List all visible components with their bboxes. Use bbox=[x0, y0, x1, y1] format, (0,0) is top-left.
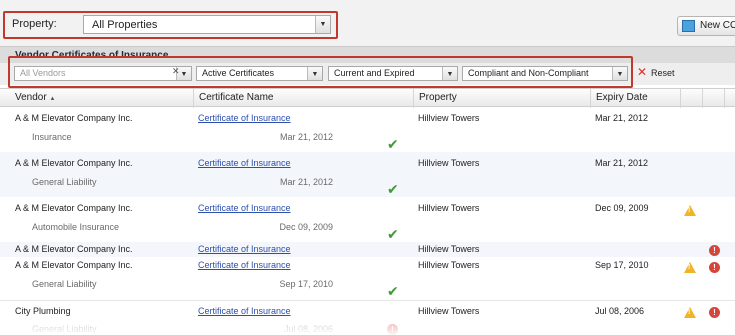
error-icon: ! bbox=[387, 324, 398, 335]
error-icon: ! bbox=[709, 262, 720, 273]
clear-vendor-icon[interactable]: ✕ bbox=[172, 66, 180, 77]
table-row[interactable]: A & M Elevator Company Inc. General Liab… bbox=[0, 152, 735, 197]
property-name: Hillview Towers bbox=[418, 203, 480, 213]
check-icon: ✔ bbox=[387, 136, 399, 152]
check-icon: ✔ bbox=[387, 181, 399, 197]
property-name: Hillview Towers bbox=[418, 113, 480, 123]
certificate-date: Mar 21, 2012 bbox=[279, 177, 333, 187]
chevron-down-icon[interactable]: ▼ bbox=[442, 67, 457, 80]
vendor-name: A & M Elevator Company Inc. bbox=[15, 244, 133, 254]
warning-icon: ! bbox=[684, 307, 696, 318]
expiry-date: Mar 21, 2012 bbox=[595, 113, 649, 123]
document-icon bbox=[682, 20, 695, 32]
coverage-type: Insurance bbox=[32, 132, 72, 142]
new-coi-button[interactable]: New COI bbox=[677, 16, 735, 36]
property-name: Hillview Towers bbox=[418, 260, 480, 270]
vendor-name: A & M Elevator Company Inc. bbox=[15, 113, 133, 123]
grid-header: Vendor ▲ Certificate Name Property Expir… bbox=[0, 88, 735, 108]
vendor-name: A & M Elevator Company Inc. bbox=[15, 260, 133, 270]
property-select[interactable]: All Properties ▼ bbox=[83, 15, 331, 34]
vendor-name: City Plumbing bbox=[15, 306, 71, 316]
expiry-date: Jul 08, 2006 bbox=[595, 306, 645, 316]
expiry-date: Mar 21, 2012 bbox=[595, 158, 649, 168]
status-filter-value: Active Certificates bbox=[202, 68, 275, 78]
chevron-down-icon[interactable]: ▼ bbox=[307, 67, 322, 80]
error-icon: ! bbox=[709, 307, 720, 318]
certificate-date: Sep 17, 2010 bbox=[279, 279, 333, 289]
vendor-name: A & M Elevator Company Inc. bbox=[15, 158, 133, 168]
expiry-date: Dec 09, 2009 bbox=[595, 203, 649, 213]
compliance-filter-select[interactable]: Compliant and Non-Compliant ▼ bbox=[462, 66, 628, 81]
column-extra bbox=[724, 89, 735, 108]
table-row[interactable]: A & M Elevator Company Inc. Certificate … bbox=[0, 242, 735, 257]
chevron-down-icon[interactable]: ▼ bbox=[315, 16, 330, 33]
new-coi-label: New COI bbox=[700, 20, 735, 31]
certificate-link[interactable]: Certificate of Insurance bbox=[198, 203, 291, 213]
reset-button[interactable]: Reset bbox=[651, 68, 675, 78]
property-name: Hillview Towers bbox=[418, 244, 480, 254]
property-select-value: All Properties bbox=[92, 19, 158, 31]
warning-icon: ! bbox=[684, 205, 696, 216]
column-expiry[interactable]: Expiry Date bbox=[590, 89, 680, 108]
timeframe-filter-select[interactable]: Current and Expired ▼ bbox=[328, 66, 458, 81]
coverage-type: General Liability bbox=[32, 324, 97, 334]
property-name: Hillview Towers bbox=[418, 306, 480, 316]
timeframe-filter-value: Current and Expired bbox=[334, 68, 415, 78]
expiry-date: Sep 17, 2010 bbox=[595, 260, 649, 270]
property-label: Property: bbox=[12, 18, 57, 30]
column-certificate-label: Certificate Name bbox=[199, 92, 274, 103]
error-icon: ! bbox=[709, 245, 720, 256]
coverage-type: Automobile Insurance bbox=[32, 222, 120, 232]
certificate-link[interactable]: Certificate of Insurance bbox=[198, 306, 291, 316]
column-expiry-label: Expiry Date bbox=[596, 92, 648, 103]
table-row[interactable]: A & M Elevator Company Inc. General Liab… bbox=[0, 257, 735, 300]
vendor-filter-input[interactable]: All Vendors ▼ bbox=[14, 66, 192, 81]
check-icon: ✔ bbox=[387, 226, 399, 242]
table-row[interactable]: City Plumbing General Liability Certific… bbox=[0, 300, 735, 335]
certificate-link[interactable]: Certificate of Insurance bbox=[198, 260, 291, 270]
table-row[interactable]: A & M Elevator Company Inc. Insurance Ce… bbox=[0, 107, 735, 152]
chevron-down-icon[interactable]: ▼ bbox=[612, 67, 627, 80]
certificate-date: Jul 08, 2006 bbox=[283, 324, 333, 334]
certificate-date: Mar 21, 2012 bbox=[279, 132, 333, 142]
column-warning bbox=[680, 89, 702, 108]
column-certificate[interactable]: Certificate Name bbox=[193, 89, 413, 108]
column-vendor-label: Vendor bbox=[15, 92, 47, 103]
column-vendor[interactable]: Vendor ▲ bbox=[0, 89, 193, 108]
vendor-name: A & M Elevator Company Inc. bbox=[15, 203, 133, 213]
table-row[interactable]: A & M Elevator Company Inc. Automobile I… bbox=[0, 197, 735, 242]
column-error bbox=[702, 89, 724, 108]
certificate-link[interactable]: Certificate of Insurance bbox=[198, 113, 291, 123]
vendor-filter-placeholder: All Vendors bbox=[20, 68, 66, 78]
certificate-link[interactable]: Certificate of Insurance bbox=[198, 158, 291, 168]
coverage-type: General Liability bbox=[32, 177, 97, 187]
certificate-date: Dec 09, 2009 bbox=[279, 222, 333, 232]
compliance-filter-value: Compliant and Non-Compliant bbox=[468, 68, 589, 78]
coverage-type: General Liability bbox=[32, 279, 97, 289]
certificate-link[interactable]: Certificate of Insurance bbox=[198, 244, 291, 254]
check-icon: ✔ bbox=[387, 283, 399, 299]
warning-icon: ! bbox=[684, 262, 696, 273]
property-name: Hillview Towers bbox=[418, 158, 480, 168]
column-property[interactable]: Property bbox=[413, 89, 590, 108]
sort-asc-icon: ▲ bbox=[49, 96, 56, 102]
x-icon[interactable]: ✕ bbox=[637, 66, 647, 79]
column-property-label: Property bbox=[419, 92, 457, 103]
status-filter-select[interactable]: Active Certificates ▼ bbox=[196, 66, 323, 81]
